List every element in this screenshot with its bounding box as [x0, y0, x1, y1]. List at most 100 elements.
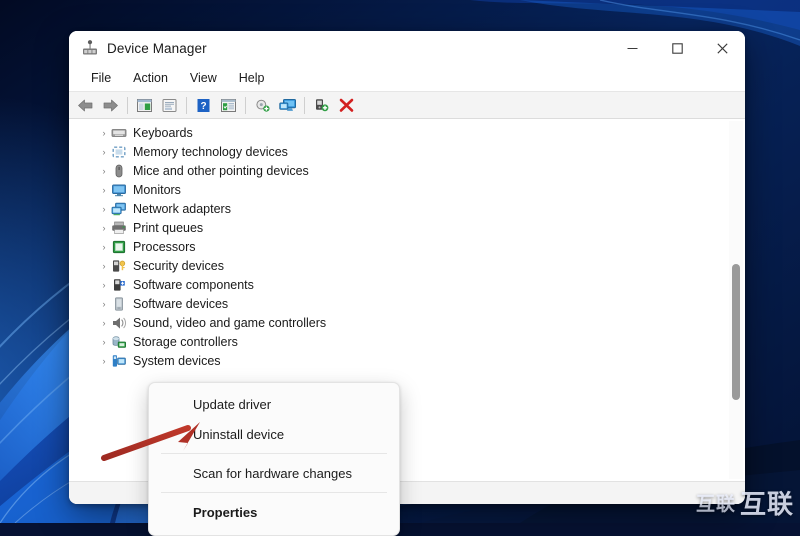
menu-file[interactable]: File: [81, 69, 121, 87]
help-button[interactable]: ?: [191, 94, 216, 116]
tree-item-label: Software devices: [133, 296, 229, 311]
tree-item-network-adapters[interactable]: › Network adapters: [69, 199, 745, 218]
back-button[interactable]: [73, 94, 98, 116]
uninstall-device-button[interactable]: [334, 94, 359, 116]
toolbar-separator: [245, 96, 246, 114]
chevron-right-icon[interactable]: ›: [97, 223, 111, 233]
chevron-right-icon[interactable]: ›: [97, 128, 111, 138]
tree-item-label: Print queues: [133, 220, 204, 235]
tree-item-label: Storage controllers: [133, 334, 238, 349]
software-device-icon: [115, 296, 123, 311]
forward-icon: [103, 99, 118, 111]
context-menu-separator: [161, 492, 387, 493]
chevron-right-icon[interactable]: ›: [97, 147, 111, 157]
chevron-right-icon[interactable]: ›: [97, 204, 111, 214]
chevron-right-icon[interactable]: ›: [97, 318, 111, 328]
menu-action[interactable]: Action: [123, 69, 178, 87]
forward-button[interactable]: [98, 94, 123, 116]
help-icon: ?: [197, 98, 210, 112]
tree-item-storage-controllers[interactable]: › Storage controllers: [69, 332, 745, 351]
tree-item-software-components[interactable]: › Software components: [69, 275, 745, 294]
tree-item-label: Software components: [133, 277, 254, 292]
toolbar-separator: [186, 96, 187, 114]
back-icon: [78, 99, 93, 111]
context-menu: Update driver Uninstall device Scan for ha…: [148, 382, 400, 536]
chevron-right-icon[interactable]: ›: [97, 337, 111, 347]
toolbar: ?: [69, 92, 745, 119]
chevron-right-icon[interactable]: ›: [97, 242, 111, 252]
chevron-right-icon[interactable]: ›: [97, 261, 111, 271]
disable-device-icon: [256, 99, 270, 112]
chevron-right-icon[interactable]: ›: [97, 299, 111, 309]
context-menu-item-uninstall-device[interactable]: Uninstall device: [149, 419, 399, 449]
maximize-icon: [672, 42, 683, 54]
speaker-icon: [111, 315, 127, 331]
show-hide-console-tree-icon: [137, 98, 152, 112]
window-title: Device Manager: [107, 40, 207, 56]
show-hide-console-tree-button[interactable]: [132, 94, 157, 116]
disable-device-button[interactable]: [250, 94, 275, 116]
uninstall-device-icon: [339, 98, 354, 112]
network-adapter-icon: [111, 201, 127, 217]
tree-item-keyboards[interactable]: › Keyboards: [69, 123, 745, 142]
chevron-right-icon[interactable]: ›: [97, 166, 111, 176]
network-adapter-icon: [111, 202, 126, 215]
tree-item-monitors[interactable]: › Monitors: [69, 180, 745, 199]
tree-item-sound-video-and-game-controllers[interactable]: › Sound, video and game controllers: [69, 313, 745, 332]
tree-item-label: Network adapters: [133, 201, 231, 216]
keyboard-icon: [111, 128, 127, 137]
close-icon: [717, 42, 728, 54]
toolbar-separator: [127, 96, 128, 114]
memory-device-icon: [112, 146, 126, 158]
processor-icon: [112, 240, 126, 253]
mouse-icon: [115, 164, 123, 177]
tree-item-processors[interactable]: › Processors: [69, 237, 745, 256]
speaker-icon: [113, 317, 126, 329]
window-controls: [610, 31, 745, 65]
update-driver-button[interactable]: [216, 94, 241, 116]
software-device-icon: [111, 296, 127, 312]
software-component-icon: [114, 278, 125, 291]
minimize-button[interactable]: [610, 31, 655, 65]
menu-view[interactable]: View: [180, 69, 227, 87]
context-menu-item-scan-for-hardware-changes[interactable]: Scan for hardware changes: [149, 458, 399, 488]
tree-item-print-queues[interactable]: › Print queues: [69, 218, 745, 237]
processor-icon: [111, 239, 127, 255]
maximize-button[interactable]: [655, 31, 700, 65]
toolbar-separator: [304, 96, 305, 114]
chevron-right-icon[interactable]: ›: [97, 356, 111, 366]
add-legacy-hardware-icon: [316, 98, 329, 111]
add-legacy-hardware-button[interactable]: [309, 94, 334, 116]
tree-item-label: Mice and other pointing devices: [133, 163, 309, 178]
window-titlebar[interactable]: Device Manager: [69, 31, 745, 65]
menu-help[interactable]: Help: [229, 69, 275, 87]
close-button[interactable]: [700, 31, 745, 65]
properties-icon: [162, 98, 177, 112]
tree-item-software-devices[interactable]: › Software devices: [69, 294, 745, 313]
memory-device-icon: [111, 144, 127, 160]
tree-vertical-scrollbar[interactable]: [729, 121, 743, 479]
printer-icon: [111, 220, 127, 236]
monitor-icon: [112, 184, 126, 196]
scan-for-hardware-changes-icon: [278, 98, 296, 111]
chevron-right-icon[interactable]: ›: [97, 185, 111, 195]
security-device-icon: [113, 259, 126, 272]
system-device-icon: [112, 354, 126, 367]
scan-for-hardware-changes-button[interactable]: [275, 94, 300, 116]
tree-item-mice-and-other-pointing-devices[interactable]: › Mice and other pointing devices: [69, 161, 745, 180]
scrollbar-thumb[interactable]: [732, 264, 740, 401]
tree-item-label: Keyboards: [133, 125, 193, 140]
properties-button[interactable]: [157, 94, 182, 116]
tree-item-label: Memory technology devices: [133, 144, 288, 159]
update-driver-icon: [221, 98, 236, 112]
tree-item-system-devices[interactable]: › System devices: [69, 351, 745, 370]
device-manager-icon: [83, 40, 97, 55]
tree-item-security-devices[interactable]: › Security devices: [69, 256, 745, 275]
tree-item-label: Security devices: [133, 258, 225, 273]
chevron-right-icon[interactable]: ›: [97, 280, 111, 290]
storage-controller-icon: [111, 334, 127, 350]
context-menu-item-update-driver[interactable]: Update driver: [149, 389, 399, 419]
keyboard-icon: [111, 125, 127, 141]
storage-controller-icon: [112, 335, 126, 348]
tree-item-memory-technology-devices[interactable]: › Memory technology devices: [69, 142, 745, 161]
